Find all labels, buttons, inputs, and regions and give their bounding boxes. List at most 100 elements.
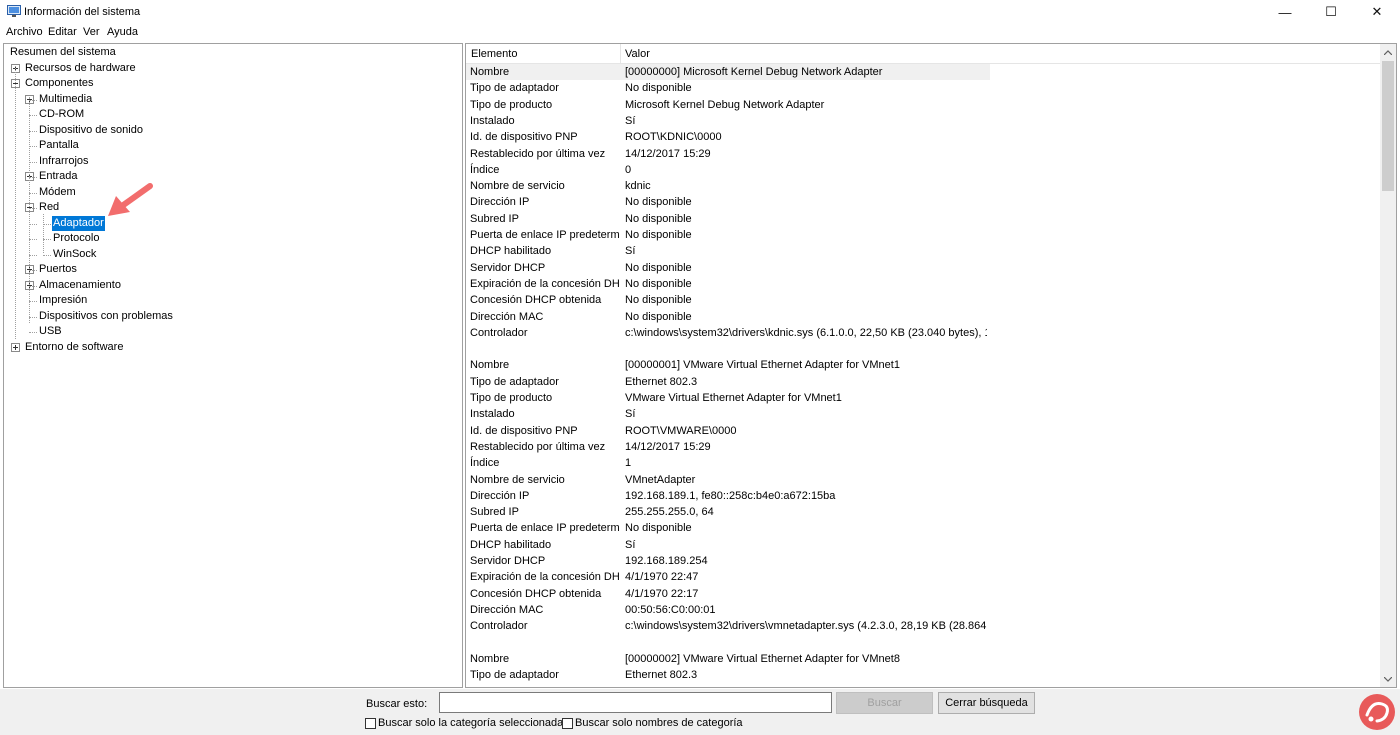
tree-item[interactable]: Componentes [24,76,95,91]
tree-item[interactable]: Entrada [38,169,79,184]
tree-item[interactable]: Puertos [38,262,78,277]
table-row[interactable]: Dirección IP 192.168.189.1, fe80::258c:b4… [466,488,1382,504]
tree-item-label: Adaptador [51,214,106,232]
table-row[interactable]: Concesión DHCP obtenida No disponible [466,292,1382,308]
cell-elemento: Id. de dispositivo PNP [470,131,578,144]
table-row[interactable]: Concesión DHCP obtenida 4/1/1970 22:17 [466,586,1382,602]
tree-item-label: USB [39,325,62,337]
table-row[interactable]: Subred IP 255.255.255.0, 64 [466,504,1382,520]
close-search-button[interactable]: Cerrar búsqueda [938,692,1035,714]
table-row[interactable]: DHCP habilitado Sí [466,537,1382,553]
table-row[interactable]: Nombre [00000002] VMware Virtual Ethernet… [466,651,1382,667]
menu-ver[interactable]: Ver [83,26,100,38]
table-row[interactable]: Tipo de adaptador Ethernet 802.3 [466,667,1382,683]
tree-item[interactable]: Impresión [38,293,88,308]
menu-ayuda[interactable]: Ayuda [107,26,138,38]
table-row[interactable]: Dirección IP No disponible [466,194,1382,210]
column-divider[interactable] [620,44,621,64]
table-row[interactable]: Servidor DHCP No disponible [466,260,1382,276]
table-row[interactable]: Índice 0 [466,162,1382,178]
table-row[interactable]: Nombre [00000000] Microsoft Kernel Debug … [466,64,1382,80]
checkbox-category-names[interactable] [562,717,573,729]
tree-guide-line [29,254,37,256]
cell-valor: [00000002] VMware Virtual Ethernet Adapt… [625,652,900,665]
tree-guide-line [29,161,37,163]
tree-item[interactable]: Pantalla [38,138,80,153]
tree-item[interactable]: Red [38,200,60,215]
checkbox-selected-category[interactable] [365,717,376,729]
category-tree[interactable]: Resumen del sistema Recursos de hardware C… [3,43,463,688]
table-row[interactable]: Índice 1 [466,455,1382,471]
column-header-valor[interactable]: Valor [625,48,650,60]
table-row[interactable]: Controlador c:\windows\system32\drivers\v… [466,618,1382,634]
table-row[interactable]: Expiración de la concesión DHCP No dispon… [466,276,1382,292]
close-button[interactable]: ✕ [1354,0,1400,24]
table-row[interactable]: Puerta de enlace IP predetermi... No disp… [466,227,1382,243]
table-row[interactable]: Restablecido por última vez 14/12/2017 15… [466,146,1382,162]
table-row[interactable]: DHCP habilitado Sí [466,243,1382,259]
tree-guide-line [29,223,37,225]
tree-item[interactable]: WinSock [52,247,97,262]
expand-icon[interactable] [11,342,20,352]
table-row[interactable]: Id. de dispositivo PNP ROOT\KDNIC\0000 [466,129,1382,145]
table-row[interactable]: Dirección MAC 00:50:56:C0:00:01 [466,602,1382,618]
table-row[interactable] [466,635,1382,651]
tree-item[interactable]: Almacenamiento [38,278,122,293]
table-row[interactable]: Servidor DHCP 192.168.189.254 [466,553,1382,569]
tree-item[interactable]: CD-ROM [38,107,85,122]
tree-item[interactable]: Multimedia [38,92,93,107]
table-row[interactable]: Expiración de la concesión DHCP 4/1/1970 … [466,569,1382,585]
tree-guide-line [29,130,37,132]
table-row[interactable]: Controlador c:\windows\system32\drivers\k… [466,325,1382,341]
tree-item[interactable]: Recursos de hardware [24,61,137,76]
table-row[interactable]: Nombre de servicio kdnic [466,178,1382,194]
chevron-up-icon [1384,49,1392,55]
search-input[interactable] [439,692,832,713]
tree-item[interactable]: Infrarrojos [38,154,90,169]
table-row[interactable]: Subred IP No disponible [466,211,1382,227]
table-row[interactable]: Tipo de adaptador No disponible [466,80,1382,96]
table-row[interactable]: Instalado Sí [466,113,1382,129]
tree-item[interactable]: Resumen del sistema [9,45,117,60]
menu-archivo[interactable]: Archivo [6,26,43,38]
tree-item[interactable]: Dispositivo de sonido [38,123,144,138]
cell-elemento: Dirección IP [470,489,530,502]
tree-item[interactable]: Adaptador [51,214,106,232]
table-row[interactable]: Instalado Sí [466,406,1382,422]
tree-item[interactable]: Módem [38,185,77,200]
cell-elemento: Índice [470,457,500,470]
vertical-scrollbar[interactable] [1380,44,1396,687]
cell-elemento: Servidor DHCP [470,555,546,567]
tree-item[interactable]: Entorno de software [24,340,124,355]
table-row[interactable]: Tipo de producto VMware Virtual Ethernet … [466,390,1382,406]
cell-valor: No disponible [625,229,692,241]
table-row[interactable]: Dirección MAC No disponible [466,309,1382,325]
option-category-names[interactable]: Buscar solo nombres de categoría [562,717,743,729]
minimize-button[interactable]: — [1262,0,1308,24]
tree-item[interactable]: Dispositivos con problemas [38,309,174,324]
tree-guide-line [43,239,51,240]
menu-editar[interactable]: Editar [48,26,77,38]
find-button[interactable]: Buscar [836,692,933,714]
cell-elemento: Tipo de adaptador [470,375,559,388]
scroll-up-button[interactable] [1380,44,1396,60]
scroll-down-button[interactable] [1380,671,1396,687]
table-row[interactable] [466,341,1382,357]
table-row[interactable]: Tipo de adaptador Ethernet 802.3 [466,374,1382,390]
cell-elemento: Puerta de enlace IP predetermi... [470,522,620,535]
table-row[interactable]: Puerta de enlace IP predetermi... No disp… [466,520,1382,536]
tree-item-label: Puertos [39,263,77,275]
scroll-thumb[interactable] [1382,61,1394,191]
details-list[interactable]: Elemento Valor Nombre [00000000] Microsof… [465,43,1397,688]
table-row[interactable]: Restablecido por última vez 14/12/2017 15… [466,439,1382,455]
tree-item[interactable]: USB [38,324,63,339]
table-row[interactable]: Nombre [00000001] VMware Virtual Ethernet… [466,357,1382,373]
option-selected-category[interactable]: Buscar solo la categoría seleccionada [365,717,563,729]
column-header-elemento[interactable]: Elemento [471,48,517,60]
tree-item[interactable]: Protocolo [52,231,100,246]
table-row[interactable]: Id. de dispositivo PNP ROOT\VMWARE\0000 [466,423,1382,439]
table-row[interactable]: Tipo de producto Microsoft Kernel Debug N… [466,97,1382,113]
maximize-button[interactable]: ☐ [1308,0,1354,24]
cell-elemento: Puerta de enlace IP predetermi... [470,229,620,241]
table-row[interactable]: Nombre de servicio VMnetAdapter [466,472,1382,488]
